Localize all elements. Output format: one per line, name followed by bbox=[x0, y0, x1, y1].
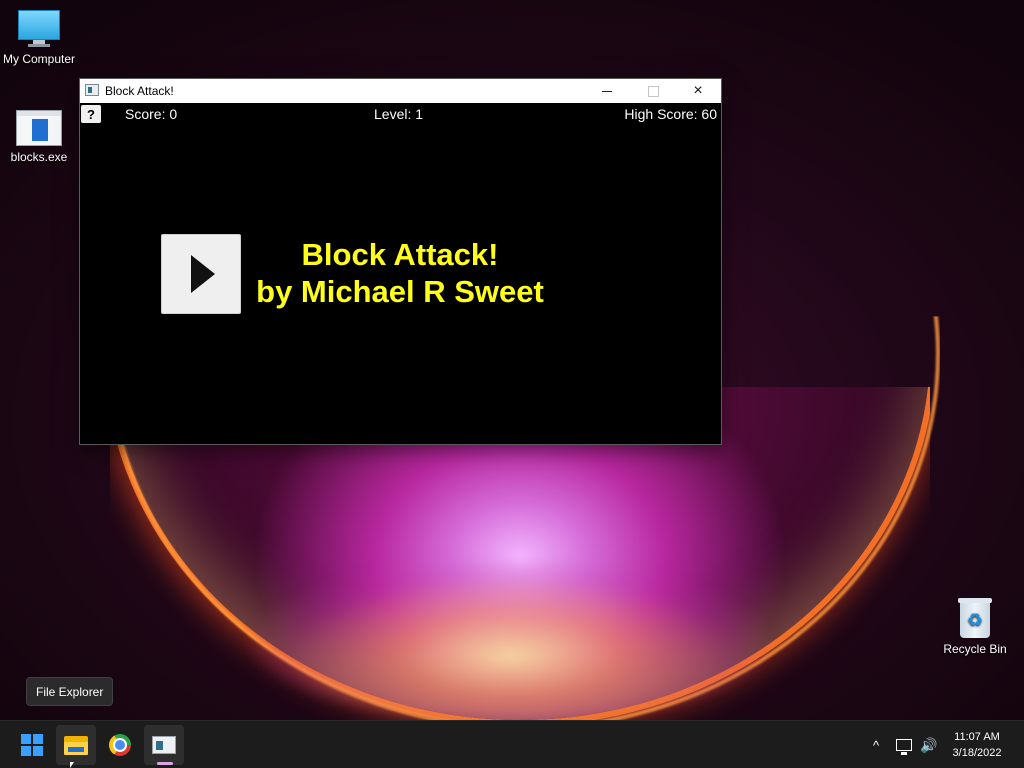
recycle-bin-icon: ♻ bbox=[958, 598, 992, 638]
score-display: Score: 0 bbox=[125, 106, 178, 122]
close-button[interactable]: × bbox=[675, 79, 721, 103]
maximize-icon bbox=[647, 85, 659, 97]
taskbar-chrome[interactable] bbox=[100, 725, 140, 765]
level-display: Level: 1 bbox=[374, 106, 424, 122]
file-explorer-tooltip: File Explorer bbox=[26, 677, 114, 706]
play-button[interactable] bbox=[161, 234, 241, 314]
title-bar[interactable]: Block Attack! × bbox=[80, 79, 721, 103]
clock-date: 3/18/2022 bbox=[952, 747, 1002, 759]
chevron-up-icon: ^ bbox=[872, 737, 880, 753]
help-button[interactable]: ? bbox=[81, 105, 101, 123]
taskbar-file-explorer[interactable] bbox=[56, 725, 96, 765]
start-button[interactable] bbox=[12, 725, 52, 765]
exe-icon bbox=[16, 110, 62, 146]
desktop-icon-label: blocks.exe bbox=[10, 150, 68, 164]
clock[interactable]: 11:07 AM 3/18/2022 bbox=[946, 729, 1008, 761]
desktop: My Computer blocks.exe ♻ Recycle Bin Blo… bbox=[0, 0, 1024, 768]
windows-start-icon bbox=[21, 734, 43, 756]
blocks-app-icon bbox=[152, 736, 176, 754]
network-button[interactable] bbox=[893, 721, 915, 768]
desktop-icon-recycle-bin[interactable]: ♻ Recycle Bin bbox=[935, 598, 1015, 656]
desktop-icon-blocks-exe[interactable]: blocks.exe bbox=[0, 110, 79, 164]
network-icon bbox=[896, 739, 912, 755]
taskbar: ^ 🔊 11:07 AM 3/18/2022 bbox=[0, 720, 1024, 768]
desktop-icon-my-computer[interactable]: My Computer bbox=[0, 10, 79, 66]
close-icon: × bbox=[693, 82, 703, 99]
show-hidden-icons-button[interactable]: ^ bbox=[866, 721, 886, 768]
window-title: Block Attack! bbox=[105, 84, 174, 98]
desktop-icon-label: My Computer bbox=[2, 52, 76, 66]
high-score-display: High Score: 60 bbox=[624, 106, 717, 122]
title-banner: Block Attack! by Michael R Sweet bbox=[250, 236, 550, 310]
volume-button[interactable]: 🔊 bbox=[918, 721, 940, 768]
chrome-icon bbox=[109, 734, 131, 756]
banner-author: by Michael R Sweet bbox=[256, 274, 544, 309]
minimize-button[interactable] bbox=[584, 79, 630, 103]
desktop-icon-label: Recycle Bin bbox=[943, 642, 1007, 656]
running-indicator bbox=[157, 762, 173, 765]
volume-icon: 🔊 bbox=[920, 736, 938, 753]
computer-icon bbox=[18, 10, 60, 48]
app-icon bbox=[85, 84, 99, 96]
game-area[interactable]: ? Score: 0 Level: 1 High Score: 60 Block… bbox=[80, 103, 721, 444]
minimize-icon bbox=[602, 90, 612, 92]
taskbar-block-attack[interactable] bbox=[144, 725, 184, 765]
maximize-button[interactable] bbox=[630, 79, 676, 103]
block-attack-window: Block Attack! × ? Score: 0 Level: 1 High… bbox=[80, 79, 721, 444]
banner-title: Block Attack! bbox=[301, 237, 499, 272]
clock-time: 11:07 AM bbox=[954, 731, 1000, 743]
folder-icon bbox=[64, 735, 88, 755]
play-icon bbox=[191, 255, 215, 293]
mouse-cursor bbox=[70, 762, 74, 768]
